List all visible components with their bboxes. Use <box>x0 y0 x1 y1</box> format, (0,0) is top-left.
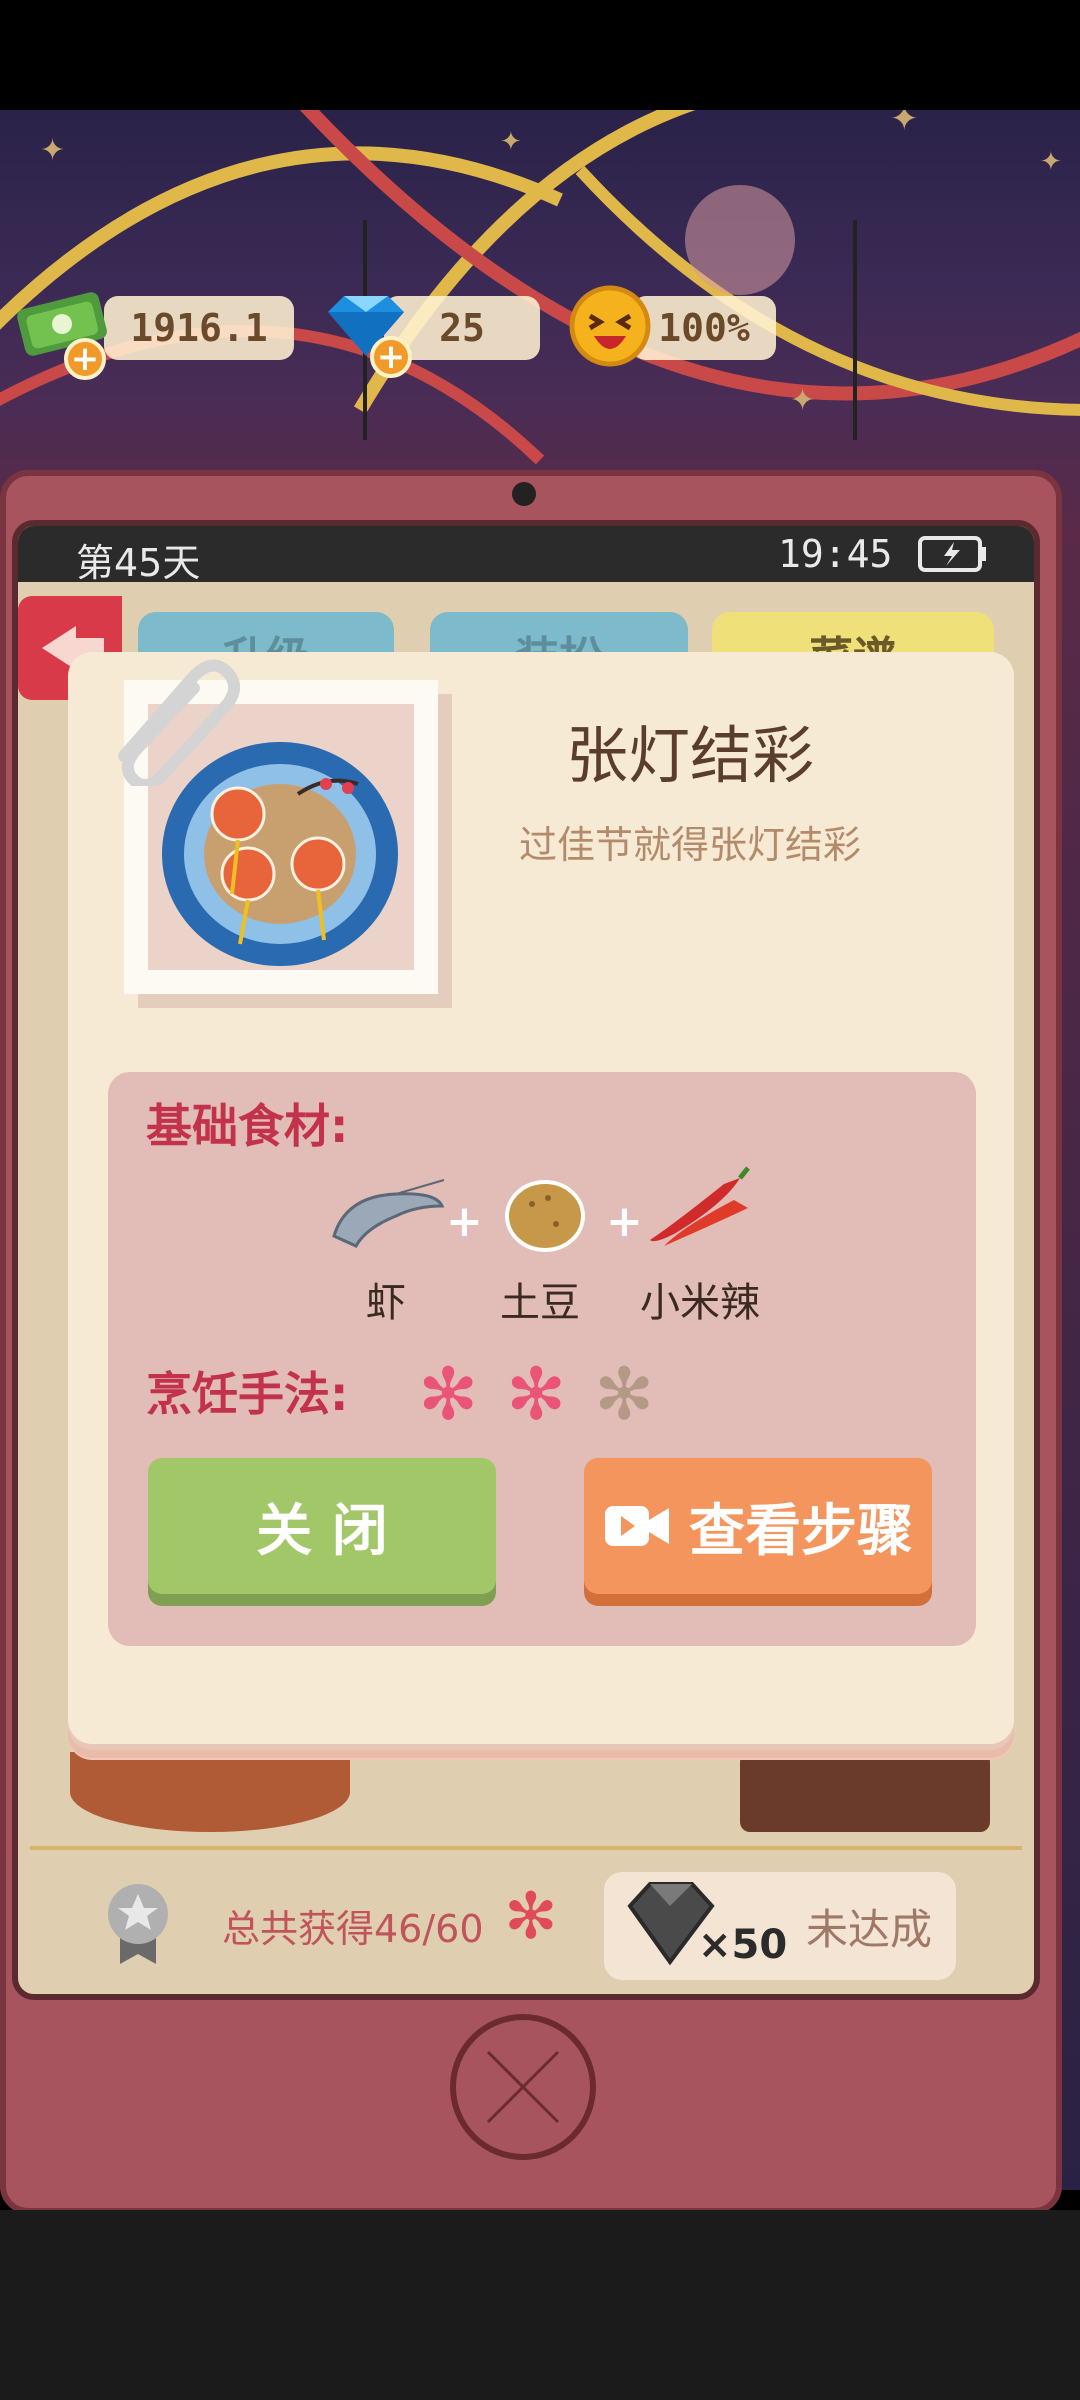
add-money-icon[interactable]: + <box>64 338 106 380</box>
ingredient-name-potato: 土豆 <box>500 1280 580 1326</box>
ingredient-name-shrimp: 虾 <box>366 1280 406 1326</box>
satisfaction-counter: 100% <box>566 282 776 374</box>
laughing-face-icon <box>566 282 654 370</box>
ingredient-name-chili: 小米辣 <box>640 1280 760 1326</box>
cooking-method-label: 烹饪手法: <box>146 1367 349 1421</box>
phone-close-button[interactable] <box>450 2014 596 2160</box>
flower-star-filled-icon: ✻ <box>418 1352 479 1436</box>
close-button[interactable]: 关 闭 <box>148 1458 496 1594</box>
flower-star-empty-icon: ✻ <box>594 1352 655 1436</box>
potato-icon <box>500 1174 590 1258</box>
battery-icon <box>918 536 988 572</box>
plus-sign: + <box>606 1196 643 1247</box>
chili-icon <box>644 1164 754 1264</box>
divider <box>30 1846 1022 1850</box>
phone-status-bar: 第45天 19:45 <box>18 526 1034 585</box>
add-diamond-icon[interactable]: + <box>370 336 412 378</box>
view-steps-label: 查看步骤 <box>689 1498 913 1564</box>
shrimp-icon <box>326 1176 446 1256</box>
cooking-rating: ✻ ✻ ✻ <box>418 1352 668 1436</box>
dish-title: 张灯结彩 <box>565 719 814 792</box>
video-camera-icon <box>605 1506 669 1546</box>
bottom-dark-area <box>0 2210 1080 2400</box>
dish-description: 过佳节就得张灯结彩 <box>518 823 861 867</box>
noodle-dish-thumbnail <box>70 1752 350 1832</box>
diamond-counter[interactable]: 25 + <box>318 290 540 378</box>
medal-icon <box>104 1878 172 1968</box>
svg-text:✦: ✦ <box>40 133 65 168</box>
clock-label: 19:45 <box>778 532 893 576</box>
progress-summary: 总共获得46/60 <box>222 1907 484 1951</box>
flower-star-icon: ✻ <box>504 1880 558 1954</box>
svg-text:✦: ✦ <box>890 110 919 139</box>
camera-icon <box>512 482 536 506</box>
close-icon <box>486 2050 560 2124</box>
day-label: 第45天 <box>76 541 201 585</box>
reward-status: 未达成 <box>806 1905 933 1954</box>
svg-text:✦: ✦ <box>500 127 522 157</box>
reward-amount: ×50 <box>698 1922 788 1968</box>
ingredients-label: 基础食材: <box>146 1099 349 1153</box>
svg-text:✦: ✦ <box>790 383 815 418</box>
money-counter[interactable]: 1916.1 + <box>14 290 294 380</box>
plus-sign: + <box>446 1196 483 1247</box>
paperclip-icon <box>94 636 244 791</box>
recipe-grid-background <box>40 1752 1030 1842</box>
money-value: 1916.1 <box>104 296 294 360</box>
meat-dish-thumbnail <box>740 1752 990 1832</box>
svg-text:✦: ✦ <box>1040 147 1062 177</box>
top-black-bar <box>0 0 1080 110</box>
flower-star-filled-icon: ✻ <box>506 1352 567 1436</box>
view-steps-button[interactable]: 查看步骤 <box>584 1458 932 1594</box>
